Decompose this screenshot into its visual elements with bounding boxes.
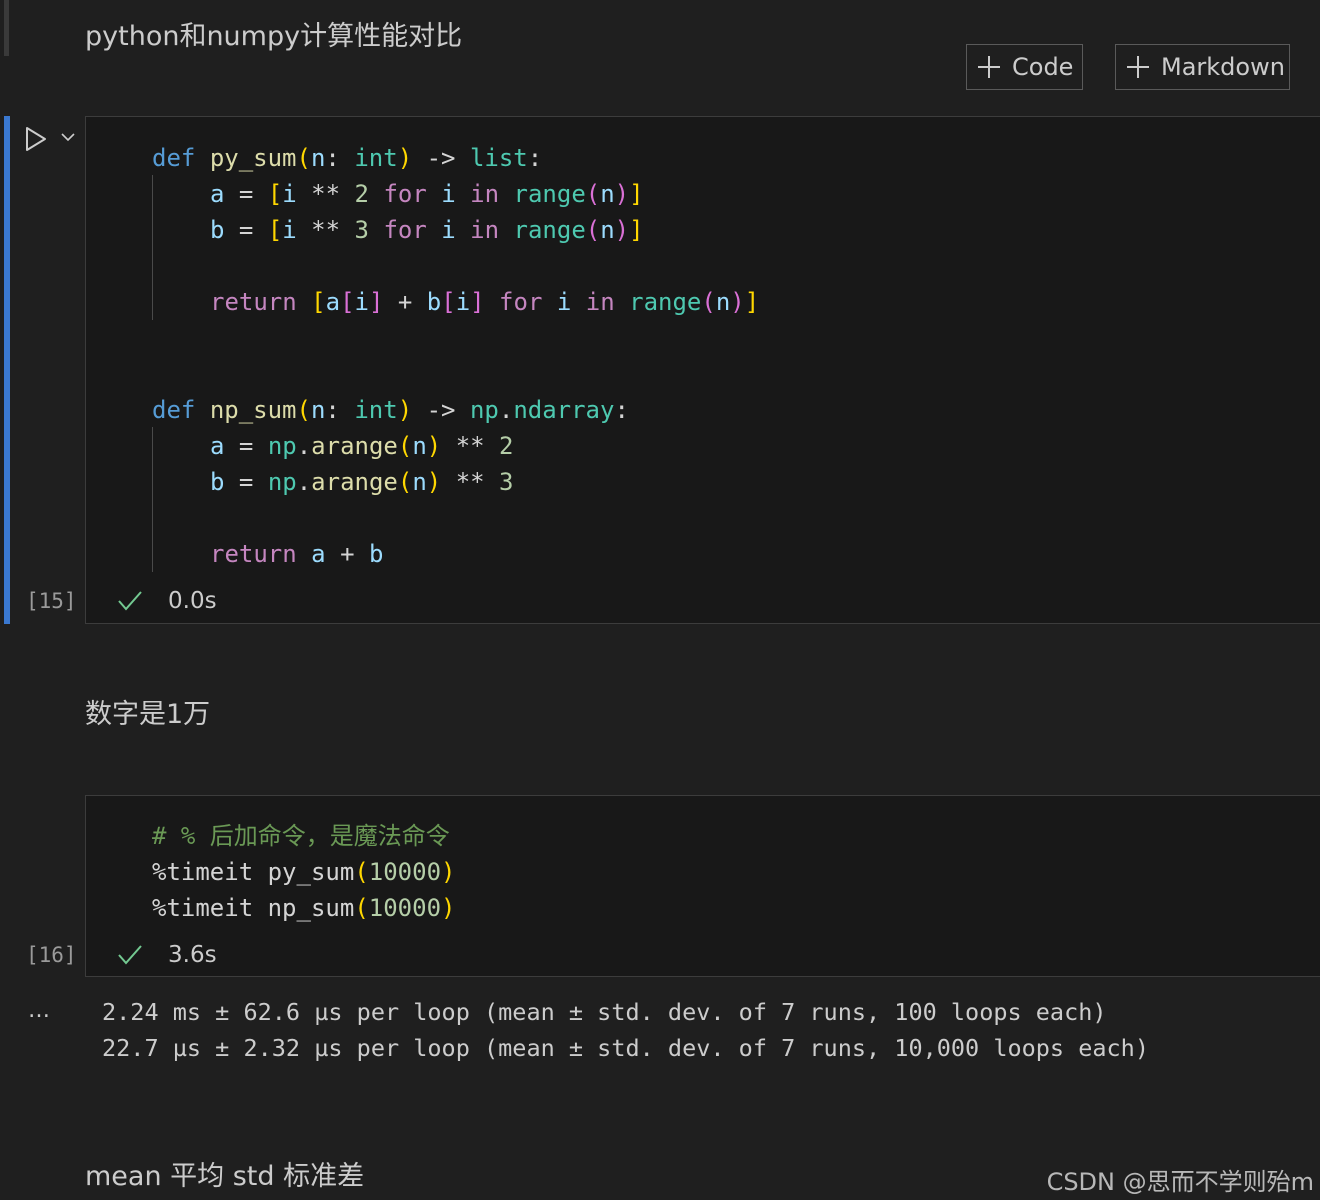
execution-count: [16] [26, 943, 77, 967]
output-line: 2.24 ms ± 62.6 µs per loop (mean ± std. … [102, 998, 1107, 1026]
code-line: %timeit np_sum(10000) [152, 894, 456, 922]
output-line: 22.7 µs ± 2.32 µs per loop (mean ± std. … [102, 1034, 1149, 1062]
add-markdown-cell-button[interactable]: Markdown [1115, 44, 1290, 90]
markdown-heading-comparison: python和numpy计算性能对比 [85, 21, 463, 52]
code-line: return [a[i] + b[i] for i in range(n)] [210, 288, 760, 316]
cell-gutter-indicator [4, 0, 9, 56]
code-line: a = np.arange(n) ** 2 [210, 432, 514, 460]
code-line: b = np.arange(n) ** 3 [210, 468, 514, 496]
markdown-text: 数字是1万 [85, 699, 211, 730]
code-line: def py_sum(n: int) -> list: [152, 144, 543, 172]
plus-icon [978, 56, 1000, 78]
chevron-down-icon[interactable] [60, 131, 76, 143]
code-line: return a + b [210, 540, 384, 568]
execution-time: 0.0s [168, 588, 217, 614]
checkmark-icon [118, 591, 142, 611]
execution-count: [15] [26, 589, 77, 613]
execution-time: 3.6s [168, 942, 217, 968]
add-code-label: Code [1012, 53, 1074, 81]
run-cell-icon[interactable] [24, 126, 48, 152]
code-comment: # % 后加命令，是魔法命令 [152, 822, 450, 850]
indent-guide [152, 427, 153, 572]
markdown-text: mean 平均 std 标准差 [85, 1161, 365, 1192]
indent-guide [152, 175, 153, 320]
output-more-actions-icon[interactable]: … [28, 998, 50, 1023]
add-code-cell-button[interactable]: Code [966, 44, 1083, 90]
active-cell-indicator [4, 116, 10, 624]
code-line: %timeit py_sum(10000) [152, 858, 456, 886]
code-line: b = [i ** 3 for i in range(n)] [210, 216, 644, 244]
code-line: def np_sum(n: int) -> np.ndarray: [152, 396, 629, 424]
add-markdown-label: Markdown [1161, 53, 1285, 81]
watermark: CSDN @思而不学则殆m [1046, 1168, 1314, 1196]
plus-icon [1127, 56, 1149, 78]
code-line: a = [i ** 2 for i in range(n)] [210, 180, 644, 208]
checkmark-icon [118, 945, 142, 965]
